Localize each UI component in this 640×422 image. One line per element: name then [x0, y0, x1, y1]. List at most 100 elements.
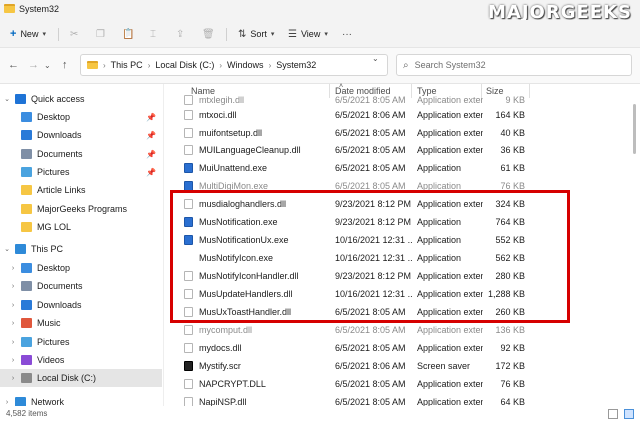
paste-icon: 📋 — [122, 28, 135, 40]
sidebar-item[interactable]: › Pictures — [0, 333, 162, 351]
file-size: 9 KB — [505, 95, 525, 105]
pin-icon: 📌 — [146, 112, 156, 122]
sidebar-item[interactable]: Downloads 📌 — [0, 126, 162, 144]
more-icon: ··· — [342, 28, 352, 40]
file-row[interactable]: NAPCRYPT.DLL 6/5/2021 8:05 AM Application … — [165, 375, 630, 393]
file-date-modified: 6/5/2021 8:05 AM — [335, 128, 406, 138]
file-date-modified: 6/5/2021 8:05 AM — [335, 325, 406, 335]
pc-icon — [15, 244, 26, 254]
sort-label: Sort — [250, 29, 267, 39]
file-row[interactable]: MUILanguageCleanup.dll 6/5/2021 8:05 AM Ap… — [165, 141, 630, 159]
file-row[interactable]: Mystify.scr 6/5/2021 8:06 AM Screen saver 1… — [165, 357, 630, 375]
file-name: NAPCRYPT.DLL — [199, 379, 266, 389]
chevron-right-icon[interactable]: › — [8, 339, 18, 346]
file-date-modified: 6/5/2021 8:05 AM — [335, 379, 406, 389]
file-row[interactable]: muifontsetup.dll 6/5/2021 8:05 AM Applicat… — [165, 124, 630, 142]
rename-button[interactable]: ⌶ — [150, 26, 156, 42]
file-size: 40 KB — [500, 128, 525, 138]
sidebar-item[interactable]: › Downloads — [0, 296, 162, 314]
breadcrumb-system32[interactable]: System32 — [276, 60, 316, 70]
chevron-right-icon[interactable]: › — [8, 283, 18, 290]
videos-icon — [21, 355, 32, 365]
file-date-modified: 6/5/2021 8:05 AM — [335, 343, 406, 353]
details-view-button[interactable] — [608, 409, 618, 419]
file-row[interactable]: mydocs.dll 6/5/2021 8:05 AM Application ex… — [165, 339, 630, 357]
chevron-right-icon[interactable]: › — [8, 375, 18, 382]
sidebar-item-label: Pictures — [37, 337, 70, 347]
star-icon — [15, 94, 26, 104]
up-button[interactable]: ↑ — [62, 59, 68, 71]
back-button[interactable]: ← — [8, 59, 19, 71]
more-options-button[interactable]: ··· — [342, 26, 352, 42]
dll-file-icon — [184, 343, 193, 353]
item-count: 4,582 items — [6, 409, 48, 418]
chevron-down-icon[interactable]: ⌄ — [2, 245, 12, 253]
view-icon: ☰ — [288, 28, 297, 40]
breadcrumb-local-disk[interactable]: Local Disk (C:) — [155, 60, 214, 70]
copy-button[interactable]: ❐ — [96, 26, 105, 42]
file-date-modified: 6/5/2021 8:05 AM — [335, 163, 406, 173]
sidebar-item[interactable]: MajorGeeks Programs — [0, 200, 162, 218]
sidebar-item[interactable]: › Desktop — [0, 259, 162, 277]
chevron-right-icon[interactable]: › — [8, 265, 18, 272]
paste-button[interactable]: 📋 — [122, 26, 134, 42]
sidebar-item[interactable]: Article Links — [0, 181, 162, 199]
chevron-right-icon[interactable]: › — [2, 399, 12, 406]
recent-locations-chevron-icon[interactable]: ⌄ — [44, 61, 51, 70]
scissors-icon: ✂ — [70, 28, 79, 40]
breadcrumb-windows[interactable]: Windows — [227, 60, 264, 70]
documents-icon — [21, 281, 32, 291]
file-date-modified: 6/5/2021 8:06 AM — [335, 361, 406, 371]
sidebar-item[interactable]: ⌄ This PC — [0, 240, 162, 258]
file-type: Application exten... — [417, 128, 483, 138]
sidebar-item-label: This PC — [31, 244, 64, 254]
sidebar-item[interactable]: MG LOL — [0, 218, 162, 236]
chevron-right-icon[interactable]: › — [8, 357, 18, 364]
folder-icon — [87, 61, 98, 69]
sort-button[interactable]: ⇅ Sort ▾ — [238, 26, 274, 42]
copy-icon: ❐ — [96, 28, 105, 40]
file-name: MUILanguageCleanup.dll — [199, 145, 301, 155]
new-button[interactable]: + New ▾ — [10, 26, 46, 42]
sidebar-item[interactable]: › Videos — [0, 351, 162, 369]
scrollbar-thumb[interactable] — [633, 104, 636, 154]
file-type: Application exten... — [417, 145, 483, 155]
chevron-right-icon[interactable]: › — [8, 302, 18, 309]
view-label: View — [300, 29, 321, 39]
search-box[interactable]: ⌕ Search System32 — [396, 54, 632, 76]
cut-button[interactable]: ✂ — [70, 26, 78, 42]
file-row[interactable]: mycomput.dll 6/5/2021 8:05 AM Application … — [165, 321, 630, 339]
file-name: mydocs.dll — [199, 343, 242, 353]
sidebar-item[interactable]: › Local Disk (C:) — [0, 369, 162, 387]
new-label: New — [20, 29, 39, 39]
dll-file-icon — [184, 379, 193, 389]
file-size: 36 KB — [500, 145, 525, 155]
file-type: Application — [417, 163, 462, 173]
chevron-right-icon[interactable]: › — [8, 320, 18, 327]
search-placeholder: Search System32 — [414, 60, 486, 70]
delete-button[interactable]: 🗑 — [202, 26, 215, 42]
sidebar-item-label: Videos — [37, 355, 65, 365]
sidebar-item[interactable]: Pictures 📌 — [0, 163, 162, 181]
address-bar[interactable]: › This PC › Local Disk (C:) › Windows › … — [80, 54, 388, 76]
sidebar-item-label: MG LOL — [37, 222, 72, 232]
pictures-icon — [21, 337, 32, 347]
sidebar-item[interactable]: › Music — [0, 314, 162, 332]
sidebar-item[interactable]: › Documents — [0, 277, 162, 295]
large-icons-view-button[interactable] — [624, 409, 634, 419]
forward-button[interactable]: → — [28, 59, 39, 71]
pin-icon: 📌 — [146, 149, 156, 159]
file-row[interactable]: MuiUnattend.exe 6/5/2021 8:05 AM Applicati… — [165, 159, 630, 177]
folder-icon — [4, 4, 15, 13]
file-row[interactable]: mtxoci.dll 6/5/2021 8:06 AM Application ex… — [165, 106, 630, 124]
sidebar-item[interactable]: ⌄ Quick access — [0, 90, 162, 108]
sidebar-item[interactable]: Documents 📌 — [0, 145, 162, 163]
file-name: mtxlegih.dll — [199, 95, 245, 105]
breadcrumb-this-pc[interactable]: This PC — [111, 60, 143, 70]
chevron-down-icon[interactable]: ⌄ — [2, 95, 12, 103]
sidebar-item[interactable]: Desktop 📌 — [0, 108, 162, 126]
share-button[interactable]: ⇪ — [176, 26, 184, 42]
address-dropdown-icon[interactable]: ⌄ — [372, 54, 379, 63]
view-button[interactable]: ☰ View ▾ — [288, 26, 328, 42]
vertical-scrollbar[interactable] — [632, 98, 638, 400]
